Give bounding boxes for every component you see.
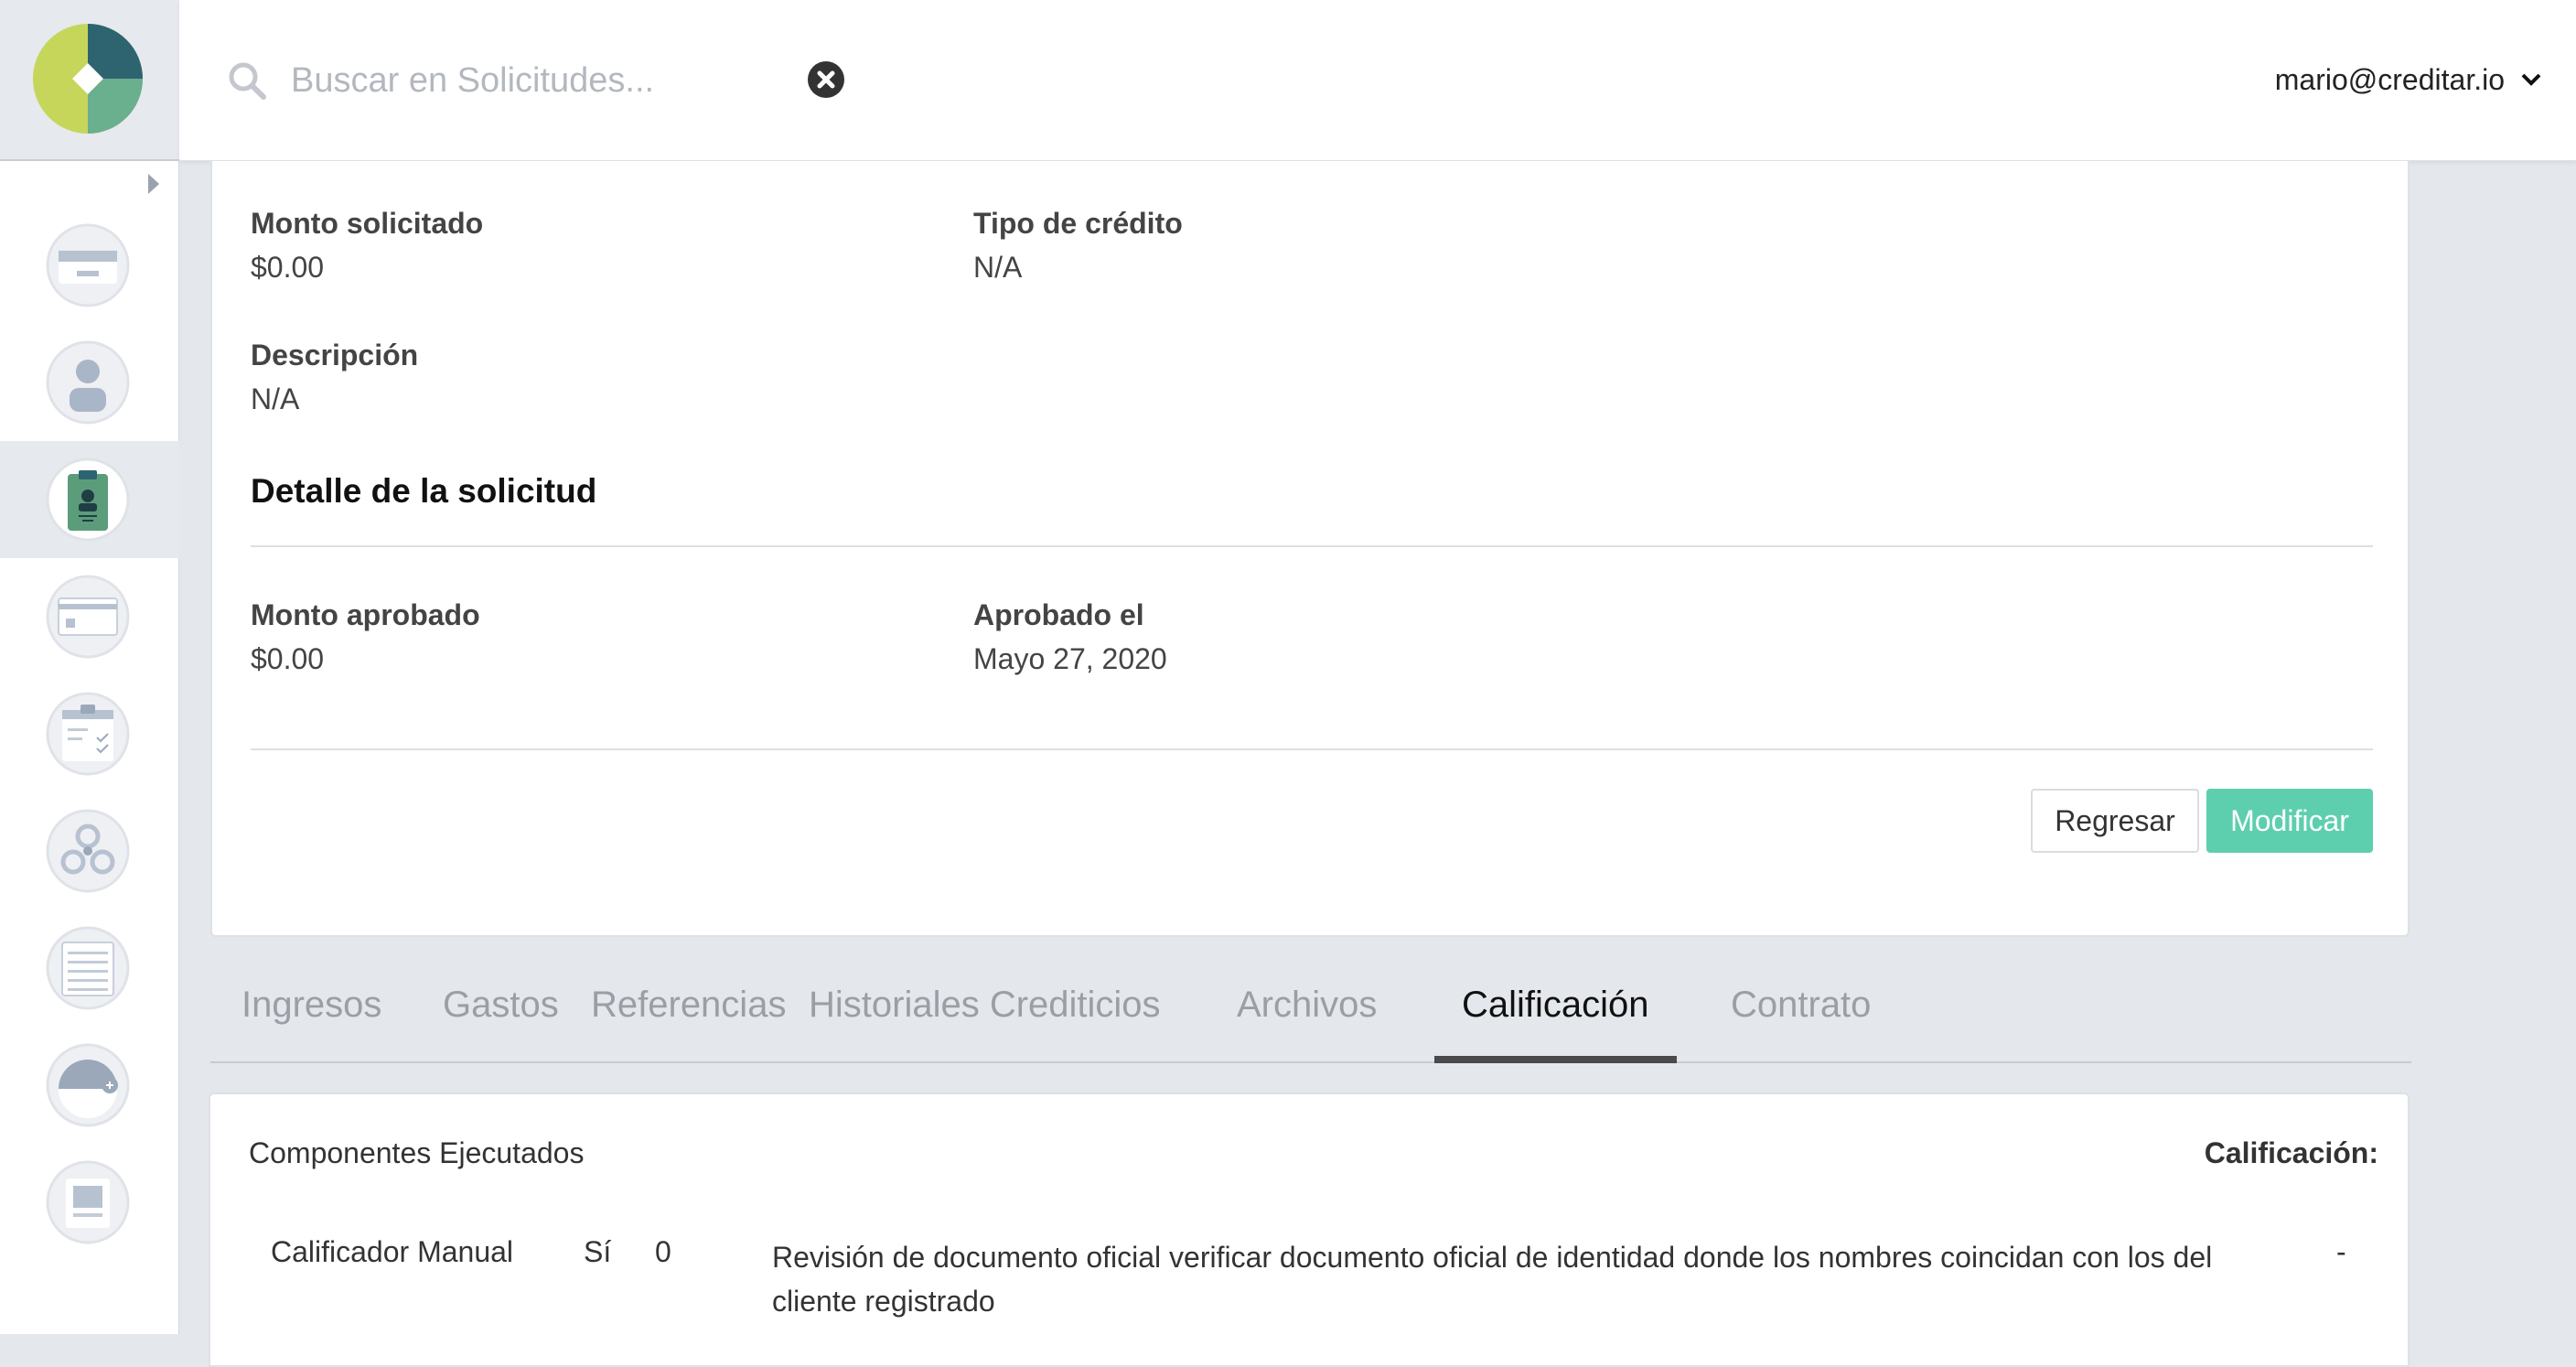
- aprobado-el-value: Mayo 27, 2020: [973, 642, 1167, 675]
- request-summary-card: Monto solicitado $0.00 Tipo de crédito N…: [210, 161, 2410, 937]
- descripcion-value: N/A: [251, 382, 300, 415]
- tab-gastos[interactable]: Gastos: [415, 985, 586, 1063]
- tab-contrato[interactable]: Contrato: [1703, 985, 1898, 1063]
- sidebar-item-catalog[interactable]: [0, 910, 179, 1027]
- sidebar-item-tasks[interactable]: [0, 675, 179, 792]
- tab-calificacion[interactable]: Calificación: [1434, 985, 1677, 1063]
- chevron-down-icon: [2521, 73, 2541, 86]
- score-label: Calificación:: [2204, 1136, 2378, 1169]
- scoring-panel: Componentes Ejecutados Calificación: Cal…: [209, 1093, 2410, 1367]
- gauge-add-icon: [46, 1043, 130, 1127]
- sidebar-item-documents[interactable]: [0, 1144, 179, 1261]
- document-icon: [46, 1160, 130, 1244]
- sidebar-item-cards[interactable]: [0, 207, 179, 324]
- tab-ingresos[interactable]: Ingresos: [214, 985, 409, 1063]
- sidebar-item-clients[interactable]: [0, 324, 179, 441]
- sidebar: [0, 0, 179, 1334]
- app-logo-area[interactable]: [0, 0, 179, 161]
- top-bar: mario@creditar.io: [179, 0, 2576, 161]
- sidebar-item-webhooks[interactable]: [0, 792, 179, 910]
- monto-aprobado-value: $0.00: [251, 642, 325, 675]
- tab-archivos[interactable]: Archivos: [1209, 985, 1404, 1063]
- payment-card-icon: [46, 575, 130, 659]
- detail-section-title: Detalle de la solicitud: [251, 472, 597, 510]
- search-input[interactable]: [291, 51, 803, 110]
- clipboard-user-icon: [46, 457, 130, 542]
- monto-solicitado-value: $0.00: [251, 251, 325, 284]
- sidebar-item-payments[interactable]: [0, 558, 179, 675]
- user-email: mario@creditar.io: [2274, 62, 2505, 96]
- descripcion-label: Descripción: [251, 339, 419, 371]
- tipo-credito-label: Tipo de crédito: [973, 207, 1183, 240]
- component-result: -: [2336, 1235, 2346, 1268]
- back-button[interactable]: Regresar: [2031, 789, 2199, 853]
- webhook-icon: [46, 809, 130, 893]
- sidebar-collapse-toggle-icon[interactable]: [148, 174, 159, 194]
- component-executed: Sí: [584, 1235, 612, 1268]
- component-description: Revisión de documento oficial verificar …: [772, 1241, 2213, 1318]
- monto-aprobado-label: Monto aprobado: [251, 598, 480, 631]
- card-icon: [46, 223, 130, 307]
- divider: [251, 545, 2373, 547]
- monto-solicitado-label: Monto solicitado: [251, 207, 484, 240]
- search-icon: [229, 62, 266, 100]
- tab-historiales-crediticios[interactable]: Historiales Crediticios: [781, 985, 1188, 1063]
- tipo-credito-value: N/A: [973, 251, 1023, 284]
- panel-title: Componentes Ejecutados: [249, 1136, 585, 1169]
- modify-button[interactable]: Modificar: [2206, 789, 2373, 853]
- sidebar-item-scoring[interactable]: [0, 1027, 179, 1144]
- component-name: Calificador Manual: [271, 1235, 514, 1268]
- aprobado-el-label: Aprobado el: [973, 598, 1144, 631]
- tab-referencias[interactable]: Referencias: [564, 985, 813, 1063]
- list-icon: [46, 926, 130, 1010]
- component-score: 0: [655, 1235, 671, 1268]
- checklist-icon: [46, 692, 130, 776]
- divider: [251, 748, 2373, 750]
- detail-tabs: Ingresos Gastos Referencias Historiales …: [210, 974, 2411, 1063]
- user-icon: [46, 340, 130, 425]
- clear-search-icon[interactable]: [807, 60, 845, 99]
- sidebar-item-requests[interactable]: [0, 441, 179, 558]
- user-menu[interactable]: mario@creditar.io: [2275, 57, 2541, 102]
- app-logo-icon: [33, 24, 143, 134]
